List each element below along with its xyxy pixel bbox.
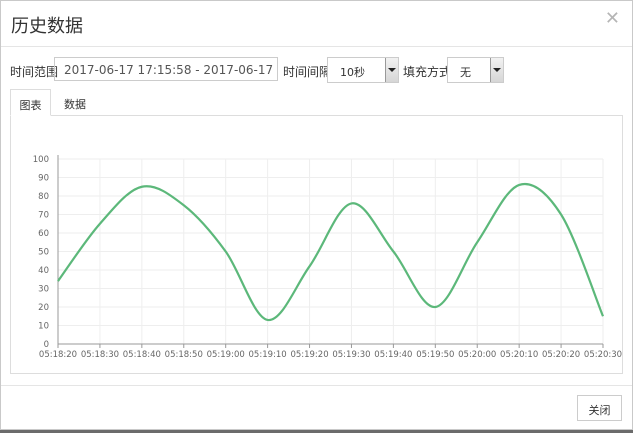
dialog-header: 历史数据 ✕ bbox=[1, 1, 632, 47]
range-label: 时间范围 bbox=[10, 65, 59, 79]
close-icon[interactable]: ✕ bbox=[605, 8, 620, 29]
x-tick-label: 05:19:20 bbox=[290, 350, 328, 360]
x-tick-label: 05:18:30 bbox=[81, 350, 119, 360]
x-tick-label: 05:20:00 bbox=[458, 350, 496, 360]
y-tick-label: 80 bbox=[38, 192, 49, 202]
y-tick-label: 60 bbox=[38, 229, 49, 239]
series-line bbox=[57, 182, 605, 322]
x-tick-label: 05:19:40 bbox=[374, 350, 412, 360]
chevron-down-icon[interactable] bbox=[490, 58, 503, 82]
fill-select-value: 无 bbox=[460, 66, 471, 79]
y-tick-label: 90 bbox=[38, 174, 49, 184]
x-tick-label: 05:20:10 bbox=[500, 350, 538, 360]
y-tick-label: 10 bbox=[38, 322, 49, 332]
fill-select[interactable]: 无 bbox=[447, 57, 504, 83]
x-tick-label: 05:19:30 bbox=[332, 350, 370, 360]
x-tick-label: 05:18:20 bbox=[39, 350, 77, 360]
time-range-input[interactable]: 2017-06-17 17:15:58 - 2017-06-17 17 bbox=[54, 57, 278, 81]
dialog-title: 历史数据 bbox=[11, 16, 83, 37]
x-tick-label: 05:18:50 bbox=[165, 350, 203, 360]
x-tick-label: 05:19:10 bbox=[249, 350, 287, 360]
interval-select[interactable]: 10秒 bbox=[327, 57, 399, 83]
chevron-down-icon[interactable] bbox=[385, 58, 398, 82]
chart-panel: 0 10 20 30 40 50 60 70 80 90 100 05:18:20 05:18:30 05… bbox=[10, 115, 623, 374]
line-chart: 0 10 20 30 40 50 60 70 80 90 100 05:18:20 05:18:30 05… bbox=[33, 155, 622, 360]
x-tick-label: 05:19:00 bbox=[207, 350, 245, 360]
y-tick-label: 40 bbox=[38, 266, 49, 276]
y-tick-label: 100 bbox=[33, 155, 49, 165]
history-dialog: 历史数据 ✕ 时间范围 2017-06-17 17:15:58 - 2017-0… bbox=[0, 0, 633, 430]
x-tick-label: 05:20:30 bbox=[584, 350, 622, 360]
fill-label: 填充方式 bbox=[403, 65, 452, 79]
tab-data[interactable]: 数据 bbox=[54, 89, 96, 116]
interval-label: 时间间隔 bbox=[283, 65, 332, 79]
y-tick-label: 30 bbox=[38, 285, 49, 295]
filter-toolbar: 时间范围 2017-06-17 17:15:58 - 2017-06-17 17… bbox=[1, 57, 632, 83]
x-tick-label: 05:19:50 bbox=[416, 350, 454, 360]
dialog-footer bbox=[1, 385, 632, 430]
x-tick-label: 05:18:40 bbox=[123, 350, 161, 360]
y-tick-label: 0 bbox=[44, 340, 49, 350]
x-tick-label: 05:20:20 bbox=[542, 350, 580, 360]
y-tick-label: 50 bbox=[38, 248, 49, 258]
y-tick-label: 70 bbox=[38, 211, 49, 221]
close-button[interactable]: 关闭 bbox=[577, 395, 622, 421]
y-tick-label: 20 bbox=[38, 303, 49, 313]
tab-chart[interactable]: 图表 bbox=[10, 89, 51, 116]
interval-select-value: 10秒 bbox=[340, 66, 365, 79]
